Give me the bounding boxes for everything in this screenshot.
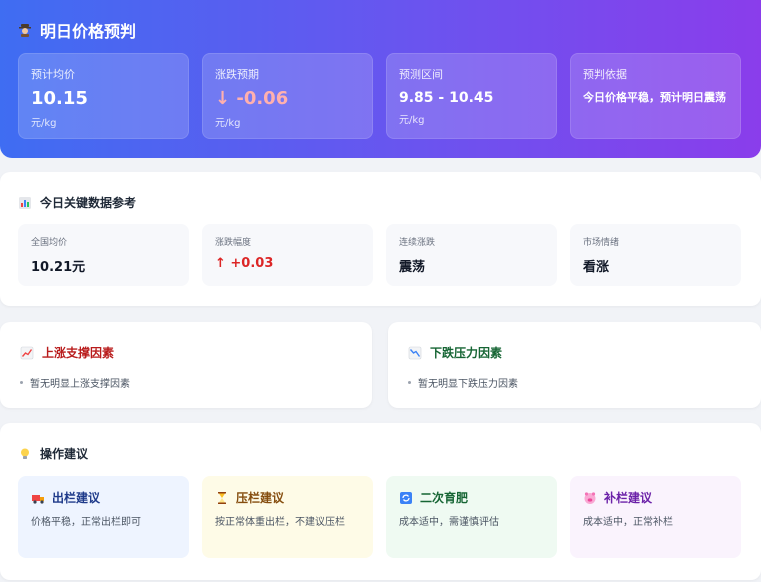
- pig-icon: [583, 491, 597, 505]
- card-label: 涨跌幅度: [215, 238, 252, 248]
- bullet-icon: [408, 381, 411, 384]
- advice-title-text: 操作建议: [40, 447, 89, 461]
- card-value: 看涨: [583, 260, 610, 275]
- card-label: 连续涨跌: [399, 238, 436, 248]
- down-factors-title: 下跌压力因素: [408, 344, 741, 361]
- card-value: ↓ -0.06: [215, 88, 289, 109]
- card-value: 10.21元: [31, 260, 86, 275]
- sell-advice-card: 出栏建议 价格平稳，正常出栏即可: [18, 476, 189, 558]
- card-value: 震荡: [399, 260, 426, 275]
- restock-advice-card: 补栏建议 成本适中，正常补栏: [570, 476, 741, 558]
- chart-up-icon: [20, 346, 34, 360]
- chart-down-icon: [408, 346, 422, 360]
- card-title-text: 压栏建议: [236, 491, 285, 505]
- card-title-text: 出栏建议: [52, 491, 101, 505]
- up-factors-title-text: 上涨支撑因素: [42, 346, 115, 360]
- list-item-text: 暂无明显下跌压力因素: [418, 379, 518, 390]
- key-data-title-text: 今日关键数据参考: [40, 196, 137, 210]
- up-factors-title: 上涨支撑因素: [20, 344, 352, 361]
- refatten-advice-card: 二次育肥 成本适中，需谨慎评估: [386, 476, 557, 558]
- card-unit: 元/kg: [31, 118, 57, 129]
- down-factors-panel: 下跌压力因素 暂无明显下跌压力因素: [388, 322, 761, 408]
- card-title: 出栏建议: [31, 489, 176, 506]
- card-title-text: 补栏建议: [604, 491, 653, 505]
- advice-title: 操作建议: [18, 445, 743, 462]
- national-avg-card: 全国均价 10.21元: [18, 224, 189, 286]
- bar-chart-icon: [18, 196, 32, 210]
- card-text: 价格平稳，正常出栏即可: [31, 517, 141, 528]
- card-title: 二次育肥: [399, 489, 544, 506]
- change-expect-card: 涨跌预期 ↓ -0.06 元/kg: [202, 53, 373, 139]
- card-title: 压栏建议: [215, 489, 360, 506]
- card-value: ↑ +0.03: [215, 256, 274, 271]
- forecast-range-card: 预测区间 9.85 - 10.45 元/kg: [386, 53, 557, 139]
- card-label: 预测区间: [399, 68, 443, 81]
- card-label: 预计均价: [31, 68, 75, 81]
- card-text: 成本适中，正常补栏: [583, 517, 673, 528]
- card-unit: 元/kg: [215, 118, 241, 129]
- key-data-title: 今日关键数据参考: [18, 194, 743, 211]
- detective-icon: [18, 23, 32, 37]
- card-text: 按正常体重出栏，不建议压栏: [215, 517, 345, 528]
- card-text: 成本适中，需谨慎评估: [399, 517, 499, 528]
- card-title: 补栏建议: [583, 489, 728, 506]
- card-value: 9.85 - 10.45: [399, 90, 494, 106]
- card-value: 今日价格平稳，预计明日震荡: [583, 91, 726, 104]
- hourglass-icon: [215, 491, 229, 505]
- hold-advice-card: 压栏建议 按正常体重出栏，不建议压栏: [202, 476, 373, 558]
- market-sentiment-card: 市场情绪 看涨: [570, 224, 741, 286]
- down-factors-title-text: 下跌压力因素: [430, 346, 503, 360]
- bullet-icon: [20, 381, 23, 384]
- card-label: 预判依据: [583, 68, 627, 81]
- card-unit: 元/kg: [399, 115, 425, 126]
- truck-icon: [31, 491, 45, 505]
- key-data-panel: 今日关键数据参考 全国均价 10.21元 涨跌幅度 ↑ +0.03 连续涨跌 震…: [0, 172, 761, 306]
- list-item-text: 暂无明显上涨支撑因素: [30, 379, 130, 390]
- card-label: 全国均价: [31, 238, 68, 248]
- change-range-card: 涨跌幅度 ↑ +0.03: [202, 224, 373, 286]
- forecast-title: 明日价格预判: [18, 18, 743, 42]
- list-item: 暂无明显上涨支撑因素: [20, 375, 352, 390]
- card-value: 10.15: [31, 88, 88, 109]
- consecutive-trend-card: 连续涨跌 震荡: [386, 224, 557, 286]
- up-factors-panel: 上涨支撑因素 暂无明显上涨支撑因素: [0, 322, 372, 408]
- forecast-hero: 明日价格预判 预计均价 10.15 元/kg 涨跌预期 ↓ -0.06 元/kg…: [0, 0, 761, 158]
- list-item: 暂无明显下跌压力因素: [408, 375, 741, 390]
- card-title-text: 二次育肥: [420, 491, 469, 505]
- lightbulb-icon: [18, 447, 32, 461]
- card-label: 市场情绪: [583, 238, 620, 248]
- expected-avg-card: 预计均价 10.15 元/kg: [18, 53, 189, 139]
- card-label: 涨跌预期: [215, 68, 259, 81]
- forecast-basis-card: 预判依据 今日价格平稳，预计明日震荡: [570, 53, 741, 139]
- forecast-title-text: 明日价格预判: [40, 22, 137, 41]
- advice-panel: 操作建议 出栏建议 价格平稳，正常出栏即可 压栏建议 按正常体重出栏，不建议压栏: [0, 423, 761, 580]
- refresh-icon: [399, 491, 413, 505]
